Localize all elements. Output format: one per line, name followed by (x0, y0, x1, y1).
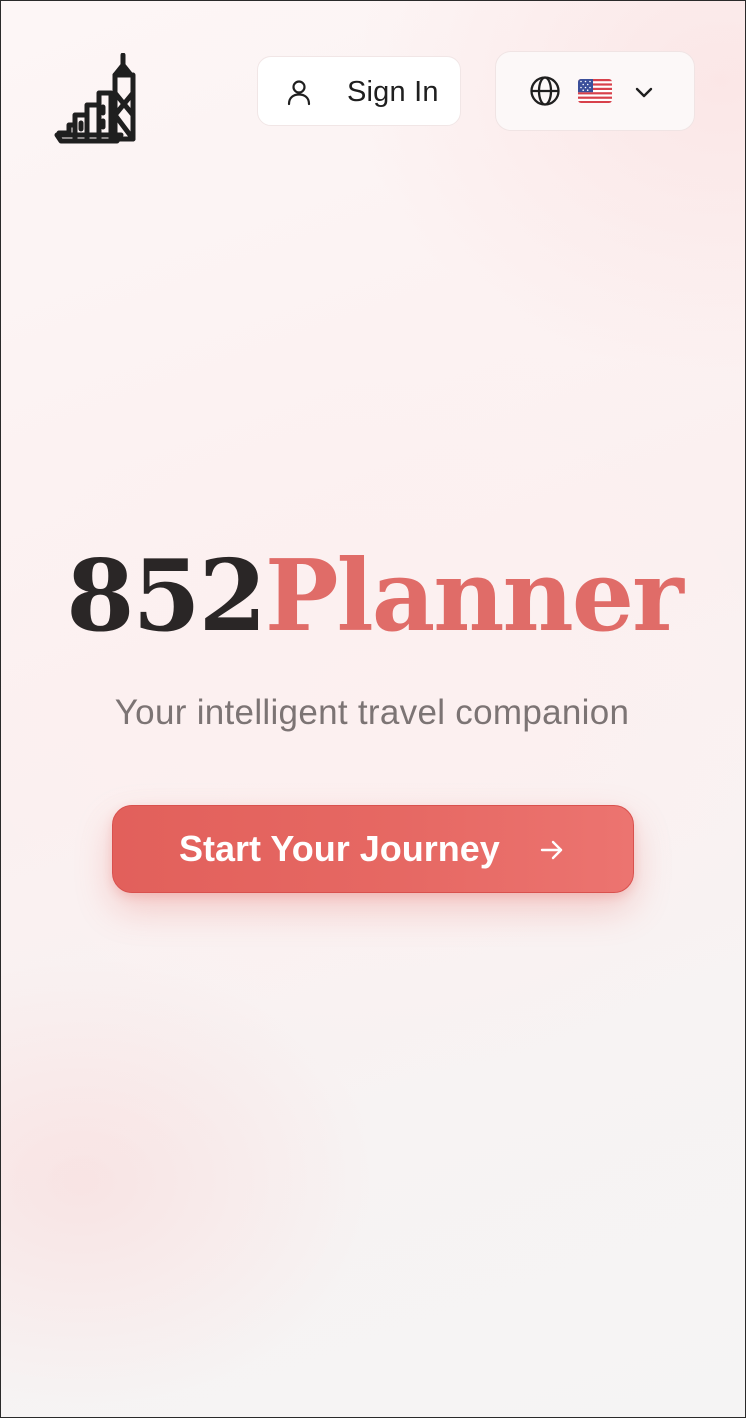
start-journey-label: Start Your Journey (179, 828, 500, 869)
app-title-word: Planner (264, 539, 684, 654)
tagline: Your intelligent travel companion (114, 693, 630, 732)
start-journey-button[interactable]: Start Your Journey (112, 805, 634, 893)
globe-icon (529, 75, 561, 107)
app-title: 852Planner (1, 539, 745, 655)
us-flag-icon (578, 79, 612, 103)
language-selector[interactable] (495, 51, 695, 131)
app-title-number: 852 (66, 539, 267, 654)
chevron-down-icon (633, 81, 655, 103)
arrow-right-icon (539, 838, 565, 862)
sign-in-button[interactable]: Sign In (257, 56, 461, 126)
landing-page: Sign In 852Planner Your intelligent trav… (0, 0, 746, 1418)
hong-kong-skyline-icon[interactable] (53, 52, 139, 147)
sign-in-label: Sign In (347, 76, 439, 108)
user-icon (285, 78, 313, 106)
